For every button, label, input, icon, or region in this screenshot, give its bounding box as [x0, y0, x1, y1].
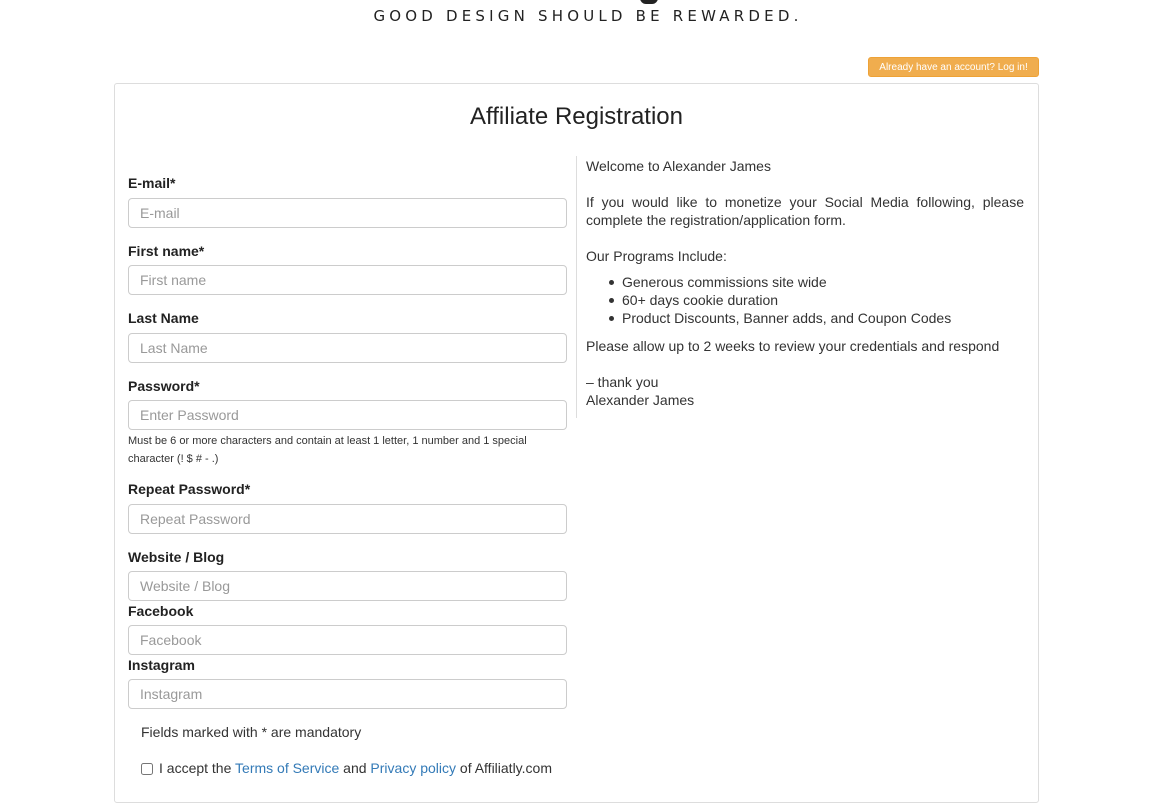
instagram-field[interactable] [128, 679, 567, 709]
tagline: GOOD DESIGN SHOULD BE REWARDED. [373, 7, 803, 25]
terms-prefix: I accept the [159, 760, 232, 776]
facebook-label: Facebook [128, 603, 194, 619]
thanks-text: – thank you [586, 374, 659, 390]
terms-and: and [343, 760, 367, 776]
program-item: 60+ days cookie duration [608, 291, 951, 309]
email-field[interactable] [128, 198, 567, 228]
instagram-label: Instagram [128, 657, 195, 673]
programs-list: Generous commissions site wide 60+ days … [608, 273, 952, 327]
email-label: E-mail* [128, 175, 176, 191]
password-label: Password* [128, 378, 200, 394]
password-hint: Must be 6 or more characters and contain… [128, 435, 527, 465]
privacy-policy-link[interactable]: Privacy policy [370, 760, 456, 776]
welcome-text: Welcome to Alexander James [586, 158, 771, 174]
column-divider [576, 156, 577, 418]
logo-fragment [0, 0, 1152, 4]
website-field[interactable] [128, 571, 567, 601]
intro-text: If you would like to monetize your Socia… [586, 194, 1024, 228]
terms-text: I accept the Terms of Service and Privac… [159, 760, 552, 776]
repeat-password-label: Repeat Password* [128, 481, 251, 497]
terms-checkbox[interactable] [141, 763, 153, 775]
first-name-label: First name* [128, 243, 205, 259]
first-name-field[interactable] [128, 265, 567, 295]
program-item: Product Discounts, Banner adds, and Coup… [608, 310, 952, 326]
repeat-password-field[interactable] [128, 504, 567, 534]
website-label: Website / Blog [128, 549, 225, 565]
login-button[interactable]: Already have an account? Log in! [868, 57, 1039, 77]
last-name-field[interactable] [128, 333, 567, 363]
last-name-label: Last Name [128, 310, 199, 326]
terms-of-service-link[interactable]: Terms of Service [235, 760, 339, 776]
page-title: Affiliate Registration [470, 103, 683, 130]
mandatory-note: Fields marked with * are mandatory [141, 724, 362, 740]
terms-suffix: of Affiliatly.com [459, 760, 552, 776]
program-item: Generous commissions site wide [608, 273, 951, 291]
programs-heading: Our Programs Include: [586, 248, 727, 264]
facebook-field[interactable] [128, 625, 567, 655]
signature: Alexander James [586, 392, 695, 408]
review-note: Please allow up to 2 weeks to review you… [586, 338, 1000, 354]
logo-letter-descender [640, 0, 658, 4]
password-field[interactable] [128, 400, 567, 430]
